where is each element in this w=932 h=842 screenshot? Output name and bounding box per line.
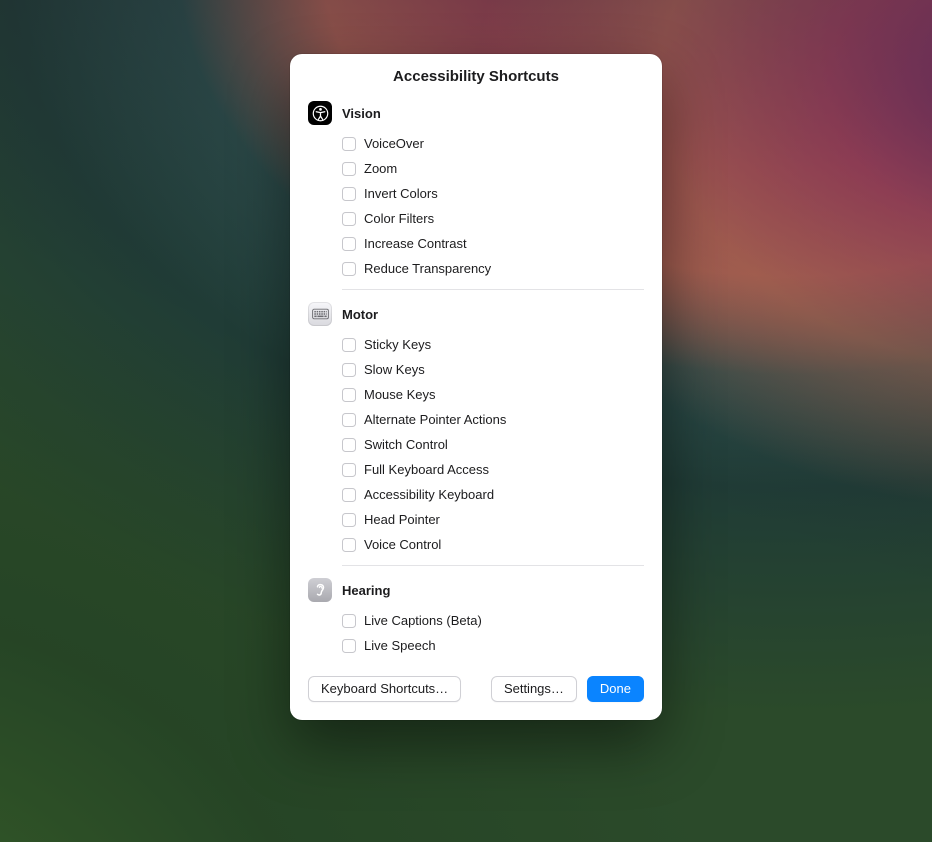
vision-section-header: Vision <box>308 99 644 131</box>
hearing-section: Hearing Live Captions (Beta) Live Speech <box>308 566 644 658</box>
window-content: Vision VoiceOver Zoom Invert Colors Col <box>290 95 662 662</box>
voiceover-label: VoiceOver <box>364 136 424 151</box>
switch-control-checkbox[interactable] <box>342 438 356 452</box>
head-pointer-row[interactable]: Head Pointer <box>342 507 644 532</box>
increase-contrast-row[interactable]: Increase Contrast <box>342 231 644 256</box>
accessibility-keyboard-label: Accessibility Keyboard <box>364 487 494 502</box>
accessibility-shortcuts-window: Accessibility Shortcuts Vision VoiceOver <box>290 54 662 720</box>
hearing-section-header: Hearing <box>308 576 644 608</box>
hearing-items: Live Captions (Beta) Live Speech <box>308 608 644 658</box>
settings-button[interactable]: Settings… <box>491 676 577 702</box>
full-keyboard-access-checkbox[interactable] <box>342 463 356 477</box>
mouse-keys-label: Mouse Keys <box>364 387 436 402</box>
alternate-pointer-actions-checkbox[interactable] <box>342 413 356 427</box>
motor-section: Motor Sticky Keys Slow Keys Mouse Keys <box>308 290 644 566</box>
sticky-keys-checkbox[interactable] <box>342 338 356 352</box>
motor-section-header: Motor <box>308 300 644 332</box>
full-keyboard-access-label: Full Keyboard Access <box>364 462 489 477</box>
slow-keys-row[interactable]: Slow Keys <box>342 357 644 382</box>
invert-colors-checkbox[interactable] <box>342 187 356 201</box>
done-button[interactable]: Done <box>587 676 644 702</box>
slow-keys-checkbox[interactable] <box>342 363 356 377</box>
ear-icon <box>308 578 332 602</box>
switch-control-label: Switch Control <box>364 437 448 452</box>
live-captions-row[interactable]: Live Captions (Beta) <box>342 608 644 633</box>
zoom-checkbox[interactable] <box>342 162 356 176</box>
vision-section: Vision VoiceOver Zoom Invert Colors Col <box>308 95 644 290</box>
voice-control-checkbox[interactable] <box>342 538 356 552</box>
voice-control-label: Voice Control <box>364 537 441 552</box>
accessibility-keyboard-row[interactable]: Accessibility Keyboard <box>342 482 644 507</box>
vision-section-title: Vision <box>342 106 381 121</box>
color-filters-row[interactable]: Color Filters <box>342 206 644 231</box>
live-captions-label: Live Captions (Beta) <box>364 613 482 628</box>
full-keyboard-access-row[interactable]: Full Keyboard Access <box>342 457 644 482</box>
accessibility-keyboard-checkbox[interactable] <box>342 488 356 502</box>
voice-control-row[interactable]: Voice Control <box>342 532 644 557</box>
window-footer: Keyboard Shortcuts… Settings… Done <box>290 662 662 720</box>
reduce-transparency-row[interactable]: Reduce Transparency <box>342 256 644 281</box>
vision-items: VoiceOver Zoom Invert Colors Color Filte… <box>308 131 644 281</box>
voiceover-row[interactable]: VoiceOver <box>342 131 644 156</box>
live-speech-row[interactable]: Live Speech <box>342 633 644 658</box>
keyboard-shortcuts-button[interactable]: Keyboard Shortcuts… <box>308 676 461 702</box>
reduce-transparency-checkbox[interactable] <box>342 262 356 276</box>
mouse-keys-checkbox[interactable] <box>342 388 356 402</box>
head-pointer-checkbox[interactable] <box>342 513 356 527</box>
voiceover-checkbox[interactable] <box>342 137 356 151</box>
head-pointer-label: Head Pointer <box>364 512 440 527</box>
color-filters-label: Color Filters <box>364 211 434 226</box>
alternate-pointer-actions-label: Alternate Pointer Actions <box>364 412 506 427</box>
invert-colors-row[interactable]: Invert Colors <box>342 181 644 206</box>
slow-keys-label: Slow Keys <box>364 362 425 377</box>
switch-control-row[interactable]: Switch Control <box>342 432 644 457</box>
motor-section-title: Motor <box>342 307 378 322</box>
live-captions-checkbox[interactable] <box>342 614 356 628</box>
live-speech-checkbox[interactable] <box>342 639 356 653</box>
color-filters-checkbox[interactable] <box>342 212 356 226</box>
keyboard-icon <box>308 302 332 326</box>
reduce-transparency-label: Reduce Transparency <box>364 261 491 276</box>
invert-colors-label: Invert Colors <box>364 186 438 201</box>
live-speech-label: Live Speech <box>364 638 436 653</box>
hearing-section-title: Hearing <box>342 583 390 598</box>
accessibility-icon <box>308 101 332 125</box>
sticky-keys-row[interactable]: Sticky Keys <box>342 332 644 357</box>
sticky-keys-label: Sticky Keys <box>364 337 431 352</box>
alternate-pointer-actions-row[interactable]: Alternate Pointer Actions <box>342 407 644 432</box>
window-title: Accessibility Shortcuts <box>290 68 662 95</box>
zoom-row[interactable]: Zoom <box>342 156 644 181</box>
motor-items: Sticky Keys Slow Keys Mouse Keys Alterna… <box>308 332 644 557</box>
zoom-label: Zoom <box>364 161 397 176</box>
mouse-keys-row[interactable]: Mouse Keys <box>342 382 644 407</box>
increase-contrast-checkbox[interactable] <box>342 237 356 251</box>
increase-contrast-label: Increase Contrast <box>364 236 467 251</box>
